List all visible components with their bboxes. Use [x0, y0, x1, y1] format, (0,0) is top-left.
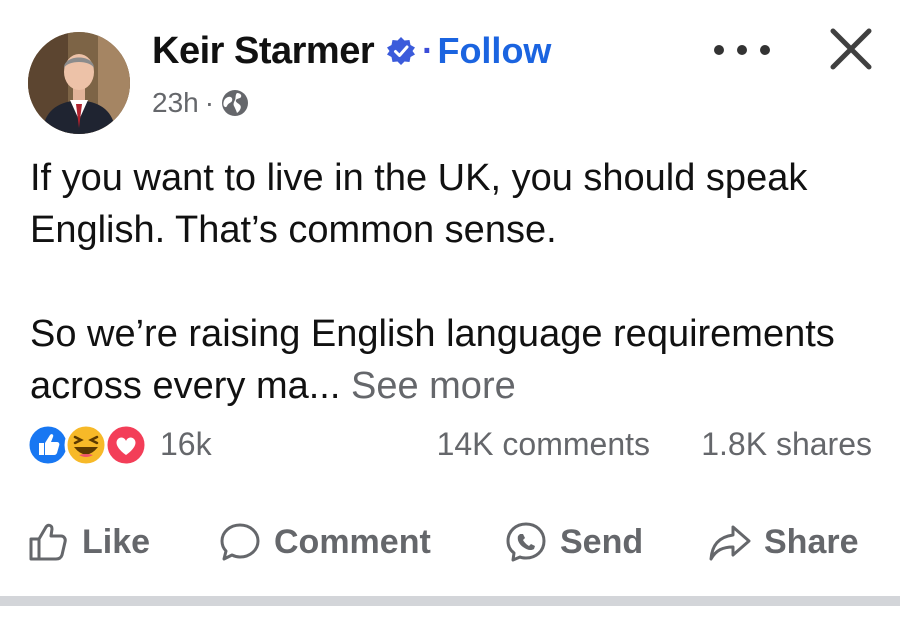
see-more-link[interactable]: See more [351, 365, 516, 407]
send-label: Send [560, 522, 644, 561]
share-button[interactable]: Share [708, 512, 859, 572]
thumbs-up-icon [29, 523, 67, 561]
post-actions: Like Comment Send Share [0, 512, 900, 572]
like-button[interactable]: Like [26, 512, 150, 572]
post-paragraph: If you want to live in the UK, you shoul… [30, 157, 808, 251]
send-button[interactable]: Send [504, 512, 643, 572]
comment-bubble-icon [220, 523, 260, 561]
meta-separator: · [204, 87, 215, 118]
more-options-icon[interactable] [714, 38, 770, 62]
follow-separator: · [422, 31, 434, 70]
reaction-count[interactable]: 16k [160, 426, 212, 463]
reactions-summary: 16k 14K comments 1.8K shares [26, 420, 876, 470]
author-name[interactable]: Keir Starmer [152, 30, 375, 73]
like-label: Like [82, 522, 151, 561]
comment-label: Comment [274, 522, 431, 561]
reaction-icons[interactable] [26, 422, 152, 468]
share-label: Share [764, 522, 859, 561]
post-text: If you want to live in the UK, you shoul… [30, 152, 880, 412]
more-dot [760, 45, 770, 55]
follow-button[interactable]: Follow [437, 30, 551, 72]
more-dot [737, 45, 747, 55]
globe-icon [222, 90, 249, 116]
post-paragraph: So we’re raising English language requir… [30, 308, 880, 412]
profile-photo [28, 32, 130, 134]
post-divider [0, 596, 900, 606]
comments-count[interactable]: 14K comments [437, 426, 650, 463]
author-row: Keir Starmer · Follow [152, 26, 551, 76]
share-arrow-icon [709, 525, 751, 561]
messenger-icon [506, 522, 546, 562]
more-dot [714, 45, 724, 55]
close-icon[interactable] [826, 24, 876, 74]
post-time[interactable]: 23h [152, 87, 199, 119]
verified-badge-icon [387, 37, 416, 65]
like-reaction-icon [26, 423, 70, 467]
post-meta: 23h · [152, 84, 250, 122]
love-reaction-icon [104, 423, 148, 467]
avatar[interactable] [28, 32, 130, 134]
comment-button[interactable]: Comment [218, 512, 431, 572]
shares-count[interactable]: 1.8K shares [701, 426, 872, 463]
haha-reaction-icon [64, 423, 108, 467]
